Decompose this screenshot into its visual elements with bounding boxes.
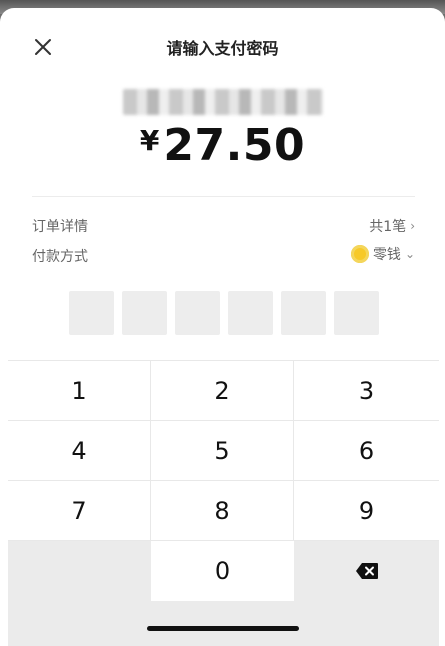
key-1[interactable]: 1 xyxy=(8,361,151,421)
merchant-name-blurred xyxy=(123,89,323,115)
key-empty xyxy=(8,541,151,646)
key-9[interactable]: 9 xyxy=(294,481,439,541)
chevron-down-icon: ⌄ xyxy=(404,247,415,261)
password-digit-box[interactable] xyxy=(228,291,273,335)
password-digit-box[interactable] xyxy=(122,291,167,335)
key-7[interactable]: 7 xyxy=(8,481,151,541)
key-8[interactable]: 8 xyxy=(151,481,294,541)
backspace-key[interactable] xyxy=(294,541,439,646)
divider xyxy=(32,196,415,197)
key-5[interactable]: 5 xyxy=(151,421,294,481)
amount-value: 27.50 xyxy=(163,120,306,171)
currency-symbol: ¥ xyxy=(139,124,160,157)
key-4[interactable]: 4 xyxy=(8,421,151,481)
password-digit-box[interactable] xyxy=(175,291,220,335)
backspace-icon xyxy=(355,563,378,579)
payment-amount: ¥27.50 xyxy=(0,120,445,171)
payment-method-selector[interactable]: 零钱 ⌄ xyxy=(350,244,415,264)
password-digit-box[interactable] xyxy=(334,291,379,335)
chevron-right-icon: › xyxy=(410,219,415,233)
balance-coin-icon xyxy=(350,245,369,263)
key-2[interactable]: 2 xyxy=(151,361,294,421)
key-0[interactable]: 0 xyxy=(151,541,294,601)
keypad-footer xyxy=(151,601,294,646)
key-6[interactable]: 6 xyxy=(294,421,439,481)
password-digit-box[interactable] xyxy=(69,291,114,335)
key-3[interactable]: 3 xyxy=(294,361,439,421)
payment-method-label: 付款方式 xyxy=(32,249,88,265)
order-details-count: 共1笔 xyxy=(369,219,407,235)
payment-sheet: 请输入支付密码 ¥27.50 订单详情 共1笔 › 付款方式 零钱 ⌄ 1 2 … xyxy=(0,8,445,646)
home-indicator xyxy=(147,626,299,631)
number-keypad: 1 2 3 4 5 6 7 8 9 0 xyxy=(8,360,439,646)
password-digit-box[interactable] xyxy=(281,291,326,335)
dialog-title: 请输入支付密码 xyxy=(166,39,279,58)
payment-method-value: 零钱 xyxy=(372,247,401,263)
order-details-link[interactable]: 共1笔 › xyxy=(369,216,415,236)
order-details-label: 订单详情 xyxy=(32,219,88,235)
